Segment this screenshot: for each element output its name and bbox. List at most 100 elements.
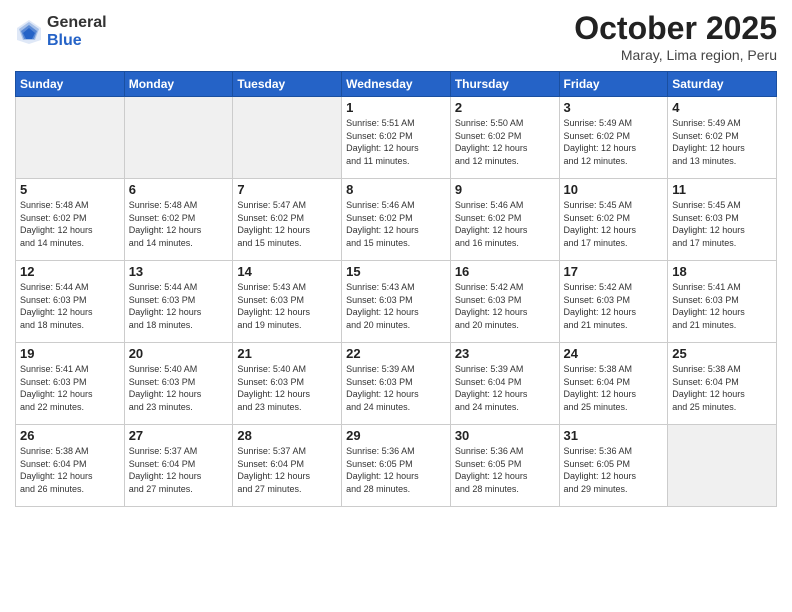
day-info: Sunrise: 5:45 AM Sunset: 6:02 PM Dayligh… — [564, 199, 664, 249]
day-info: Sunrise: 5:39 AM Sunset: 6:03 PM Dayligh… — [346, 363, 446, 413]
day-number: 2 — [455, 100, 555, 115]
day-number: 29 — [346, 428, 446, 443]
day-number: 10 — [564, 182, 664, 197]
day-cell: 6Sunrise: 5:48 AM Sunset: 6:02 PM Daylig… — [124, 179, 233, 261]
day-info: Sunrise: 5:37 AM Sunset: 6:04 PM Dayligh… — [237, 445, 337, 495]
day-number: 31 — [564, 428, 664, 443]
day-info: Sunrise: 5:46 AM Sunset: 6:02 PM Dayligh… — [346, 199, 446, 249]
logo-blue-text: Blue — [47, 32, 107, 50]
calendar-header-row: SundayMondayTuesdayWednesdayThursdayFrid… — [16, 72, 777, 97]
day-number: 8 — [346, 182, 446, 197]
title-block: October 2025 Maray, Lima region, Peru — [574, 10, 777, 63]
day-number: 15 — [346, 264, 446, 279]
calendar-header-saturday: Saturday — [668, 72, 777, 97]
day-cell: 14 Sunrise: 5:43 AM Sunset: 6:03 PM Dayli… — [233, 261, 342, 343]
day-info: Sunrise: 5:49 AM Sunset: 6:02 PM Dayligh… — [672, 117, 772, 167]
day-number: 25 — [672, 346, 772, 361]
day-number: 23 — [455, 346, 555, 361]
day-info: Sunrise: 5:41 AM Sunset: 6:03 PM Dayligh… — [672, 281, 772, 331]
calendar-header-wednesday: Wednesday — [342, 72, 451, 97]
day-number: 17 — [564, 264, 664, 279]
day-info: Sunrise: 5:48 AM Sunset: 6:02 PM Dayligh… — [129, 199, 229, 249]
day-number: 30 — [455, 428, 555, 443]
day-number: 1 — [346, 100, 446, 115]
day-info: Sunrise: 5:36 AM Sunset: 6:05 PM Dayligh… — [455, 445, 555, 495]
page: General Blue October 2025 Maray, Lima re… — [0, 0, 792, 612]
day-cell: 13 Sunrise: 5:44 AM Sunset: 6:03 PM Dayli… — [124, 261, 233, 343]
calendar-table: SundayMondayTuesdayWednesdayThursdayFrid… — [15, 71, 777, 507]
day-info: Sunrise: 5:38 AM Sunset: 6:04 PM Dayligh… — [672, 363, 772, 413]
week-row-2: 12 Sunrise: 5:44 AM Sunset: 6:03 PM Dayli… — [16, 261, 777, 343]
day-number: 14 — [237, 264, 337, 279]
day-info: Sunrise: 5:43 AM Sunset: 6:03 PM Dayligh… — [346, 281, 446, 331]
day-info: Sunrise: 5:36 AM Sunset: 6:05 PM Dayligh… — [346, 445, 446, 495]
day-number: 19 — [20, 346, 120, 361]
day-number: 28 — [237, 428, 337, 443]
day-cell: 4Sunrise: 5:49 AM Sunset: 6:02 PM Daylig… — [668, 97, 777, 179]
day-info: Sunrise: 5:44 AM Sunset: 6:03 PM Dayligh… — [20, 281, 120, 331]
day-number: 16 — [455, 264, 555, 279]
day-info: Sunrise: 5:50 AM Sunset: 6:02 PM Dayligh… — [455, 117, 555, 167]
day-number: 22 — [346, 346, 446, 361]
calendar-header-tuesday: Tuesday — [233, 72, 342, 97]
day-number: 24 — [564, 346, 664, 361]
calendar-header-thursday: Thursday — [450, 72, 559, 97]
day-cell: 2 Sunrise: 5:50 AM Sunset: 6:02 PM Daylig… — [450, 97, 559, 179]
day-number: 21 — [237, 346, 337, 361]
day-info: Sunrise: 5:44 AM Sunset: 6:03 PM Dayligh… — [129, 281, 229, 331]
day-cell: 22 Sunrise: 5:39 AM Sunset: 6:03 PM Dayli… — [342, 343, 451, 425]
day-info: Sunrise: 5:40 AM Sunset: 6:03 PM Dayligh… — [129, 363, 229, 413]
logo: General Blue — [15, 14, 107, 49]
logo-icon — [15, 18, 43, 46]
day-info: Sunrise: 5:46 AM Sunset: 6:02 PM Dayligh… — [455, 199, 555, 249]
day-number: 13 — [129, 264, 229, 279]
day-info: Sunrise: 5:42 AM Sunset: 6:03 PM Dayligh… — [564, 281, 664, 331]
day-info: Sunrise: 5:43 AM Sunset: 6:03 PM Dayligh… — [237, 281, 337, 331]
day-info: Sunrise: 5:37 AM Sunset: 6:04 PM Dayligh… — [129, 445, 229, 495]
calendar-header-friday: Friday — [559, 72, 668, 97]
day-info: Sunrise: 5:51 AM Sunset: 6:02 PM Dayligh… — [346, 117, 446, 167]
day-cell: 29 Sunrise: 5:36 AM Sunset: 6:05 PM Dayli… — [342, 425, 451, 507]
week-row-3: 19Sunrise: 5:41 AM Sunset: 6:03 PM Dayli… — [16, 343, 777, 425]
calendar-header-monday: Monday — [124, 72, 233, 97]
day-info: Sunrise: 5:40 AM Sunset: 6:03 PM Dayligh… — [237, 363, 337, 413]
month-title: October 2025 — [574, 10, 777, 47]
day-number: 26 — [20, 428, 120, 443]
day-cell: 24 Sunrise: 5:38 AM Sunset: 6:04 PM Dayli… — [559, 343, 668, 425]
day-cell: 23Sunrise: 5:39 AM Sunset: 6:04 PM Dayli… — [450, 343, 559, 425]
day-cell: 9Sunrise: 5:46 AM Sunset: 6:02 PM Daylig… — [450, 179, 559, 261]
day-cell: 10 Sunrise: 5:45 AM Sunset: 6:02 PM Dayli… — [559, 179, 668, 261]
day-info: Sunrise: 5:47 AM Sunset: 6:02 PM Dayligh… — [237, 199, 337, 249]
day-cell — [233, 97, 342, 179]
day-number: 20 — [129, 346, 229, 361]
header: General Blue October 2025 Maray, Lima re… — [15, 10, 777, 63]
day-info: Sunrise: 5:42 AM Sunset: 6:03 PM Dayligh… — [455, 281, 555, 331]
week-row-0: 1 Sunrise: 5:51 AM Sunset: 6:02 PM Daylig… — [16, 97, 777, 179]
day-cell: 16 Sunrise: 5:42 AM Sunset: 6:03 PM Dayli… — [450, 261, 559, 343]
day-number: 7 — [237, 182, 337, 197]
day-number: 12 — [20, 264, 120, 279]
day-cell: 17 Sunrise: 5:42 AM Sunset: 6:03 PM Dayli… — [559, 261, 668, 343]
day-info: Sunrise: 5:38 AM Sunset: 6:04 PM Dayligh… — [564, 363, 664, 413]
day-cell: 31 Sunrise: 5:36 AM Sunset: 6:05 PM Dayli… — [559, 425, 668, 507]
day-cell: 28 Sunrise: 5:37 AM Sunset: 6:04 PM Dayli… — [233, 425, 342, 507]
day-info: Sunrise: 5:36 AM Sunset: 6:05 PM Dayligh… — [564, 445, 664, 495]
day-cell: 8 Sunrise: 5:46 AM Sunset: 6:02 PM Daylig… — [342, 179, 451, 261]
day-info: Sunrise: 5:48 AM Sunset: 6:02 PM Dayligh… — [20, 199, 120, 249]
day-cell: 11 Sunrise: 5:45 AM Sunset: 6:03 PM Dayli… — [668, 179, 777, 261]
day-number: 27 — [129, 428, 229, 443]
day-cell: 7 Sunrise: 5:47 AM Sunset: 6:02 PM Daylig… — [233, 179, 342, 261]
day-cell: 20 Sunrise: 5:40 AM Sunset: 6:03 PM Dayli… — [124, 343, 233, 425]
week-row-4: 26 Sunrise: 5:38 AM Sunset: 6:04 PM Dayli… — [16, 425, 777, 507]
day-number: 3 — [564, 100, 664, 115]
day-cell: 5 Sunrise: 5:48 AM Sunset: 6:02 PM Daylig… — [16, 179, 125, 261]
day-cell — [668, 425, 777, 507]
day-cell: 12 Sunrise: 5:44 AM Sunset: 6:03 PM Dayli… — [16, 261, 125, 343]
day-cell: 15 Sunrise: 5:43 AM Sunset: 6:03 PM Dayli… — [342, 261, 451, 343]
day-info: Sunrise: 5:45 AM Sunset: 6:03 PM Dayligh… — [672, 199, 772, 249]
day-number: 11 — [672, 182, 772, 197]
day-info: Sunrise: 5:38 AM Sunset: 6:04 PM Dayligh… — [20, 445, 120, 495]
day-number: 5 — [20, 182, 120, 197]
day-cell: 18Sunrise: 5:41 AM Sunset: 6:03 PM Dayli… — [668, 261, 777, 343]
day-cell: 27 Sunrise: 5:37 AM Sunset: 6:04 PM Dayli… — [124, 425, 233, 507]
